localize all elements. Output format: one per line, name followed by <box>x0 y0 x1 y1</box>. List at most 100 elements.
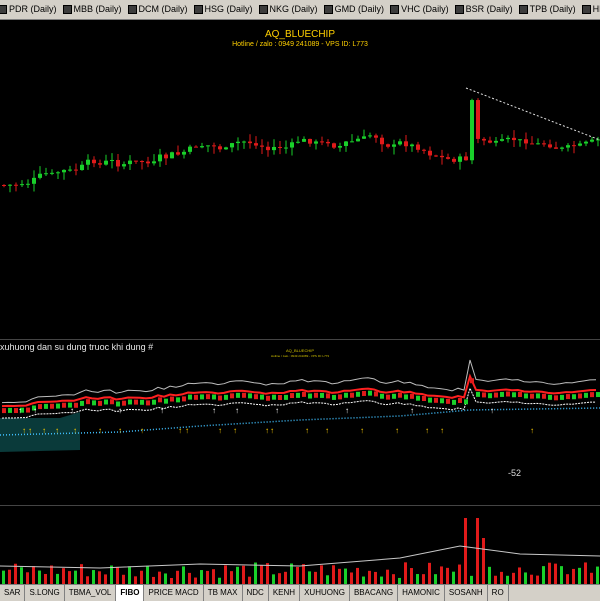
sheet-tab[interactable]: FIBO <box>116 585 145 601</box>
indicator-candle <box>104 399 108 405</box>
signal-arrow: ↑ <box>178 426 182 435</box>
indicator-candle <box>176 397 180 403</box>
candle-body <box>20 184 24 186</box>
sheet-tab[interactable]: TB MAX <box>204 585 243 601</box>
candle-body <box>548 144 552 148</box>
candle-body <box>98 163 102 165</box>
candle-body <box>350 141 354 143</box>
volume-bar <box>584 562 587 584</box>
volume-bar <box>446 567 449 584</box>
sheet-tab[interactable]: RO <box>488 585 509 601</box>
indicator-candle <box>260 394 264 400</box>
signal-arrow: ↑ <box>118 406 122 415</box>
signal-arrow: ↑ <box>265 426 269 435</box>
sheet-tab[interactable]: TBMA_VOL <box>65 585 117 601</box>
volume-bar <box>248 576 251 584</box>
sheet-tab[interactable]: BBACANG <box>350 585 399 601</box>
chart-title: AQ_BLUECHIP <box>264 29 336 40</box>
candle-body <box>122 164 126 167</box>
indicator-candle <box>464 399 468 405</box>
volume-bar <box>224 565 227 584</box>
chart-tab[interactable]: MBB (Daily) <box>62 0 122 19</box>
volume-bar <box>134 576 137 584</box>
volume-bar <box>554 563 557 584</box>
indicator-candle <box>536 393 540 399</box>
sheet-tab[interactable]: SOSANH <box>445 585 488 601</box>
indicator-candle <box>356 391 360 397</box>
signal-arrow: ↑ <box>160 406 164 415</box>
sheet-tab[interactable]: KENH <box>269 585 301 601</box>
sheet-tab[interactable]: PRICE MACD <box>144 585 204 601</box>
volume-bar <box>410 568 413 584</box>
indicator-candle <box>398 392 402 398</box>
candle-body <box>422 149 426 151</box>
indicator-lines: ↑↑ ↑↑↑ ↑↑↑ ↑↑↑ ↑↑↑ ↑↑↑ ↑↑↑ ↑↑↑ ↑↑↑ ↑↑↑ ↑↑↑ <box>0 359 600 452</box>
indicator-candle <box>38 404 42 410</box>
candle-body <box>380 137 384 145</box>
signal-arrow: ↑ <box>18 406 22 415</box>
candle-body <box>176 152 180 155</box>
candle-body <box>14 184 18 186</box>
chart-tab[interactable]: GMD (Daily) <box>323 0 385 19</box>
chart-tab[interactable]: HPG (Daily) <box>581 0 600 19</box>
chart-tab[interactable]: HSG (Daily) <box>193 0 253 19</box>
signal-arrow: ↑ <box>440 426 444 435</box>
signal-arrow: ↑ <box>28 426 32 435</box>
candle-body <box>524 139 528 144</box>
volume-bar <box>266 563 269 584</box>
indicator-candle <box>350 392 354 398</box>
volume-bar <box>74 570 77 584</box>
indicator-candle <box>152 399 156 405</box>
chart-tab[interactable]: BSR (Daily) <box>454 0 513 19</box>
sheet-tab[interactable]: S.LONG <box>25 585 65 601</box>
candle-body <box>440 155 444 158</box>
volume-pane[interactable] <box>0 505 600 584</box>
volume-bar <box>506 575 509 584</box>
chart-tab[interactable]: NKG (Daily) <box>258 0 318 19</box>
volume-bar <box>338 568 341 584</box>
candle-body <box>266 146 270 151</box>
sheet-tab[interactable]: XUHUONG <box>300 585 350 601</box>
chart-tab[interactable]: PDR (Daily) <box>0 0 57 19</box>
sheet-tab[interactable]: NDC <box>243 585 269 601</box>
volume-bar <box>464 518 467 584</box>
chart-tab[interactable]: DCM (Daily) <box>127 0 188 19</box>
signal-arrow: ↑ <box>410 406 414 415</box>
candle-body <box>236 141 240 144</box>
chart-tab[interactable]: VHC (Daily) <box>390 0 449 19</box>
indicator-candle <box>212 394 216 400</box>
price-chart-pane[interactable]: AQ_BLUECHIP Hotline / zalo : 0949 241089… <box>0 20 600 337</box>
signal-arrow: ↑ <box>233 426 237 435</box>
indicator-candle <box>374 391 378 397</box>
indicator-candle <box>434 397 438 403</box>
indicator-candle <box>584 392 588 398</box>
chart-tab-label: GMD (Daily) <box>334 4 385 14</box>
volume-bars <box>0 518 600 584</box>
candle-body <box>218 146 222 150</box>
volume-bar <box>386 569 389 584</box>
volume-bar <box>290 563 293 584</box>
candle-body <box>314 141 318 144</box>
sheet-tab[interactable]: SAR <box>0 585 26 601</box>
indicator-candle <box>236 392 240 398</box>
indicator-candle <box>416 395 420 401</box>
indicator-candle <box>410 393 414 399</box>
signal-arrow: ↑ <box>22 426 26 435</box>
chart-tab[interactable]: TPB (Daily) <box>518 0 576 19</box>
volume-bar <box>404 562 407 584</box>
sheet-tab-bar: SAR S.LONG TBMA_VOL FIBO PRICE MACD TB MAX NDC… <box>0 584 600 601</box>
candle-body <box>284 147 288 149</box>
indicator-candle <box>476 391 480 397</box>
sheet-tab[interactable]: HAMONIC <box>398 585 445 601</box>
volume-bar <box>302 564 305 584</box>
indicator-candle <box>386 394 390 400</box>
volume-bar <box>518 567 521 584</box>
volume-bar <box>254 562 257 584</box>
indicator-candle <box>566 394 570 400</box>
indicator-candle <box>74 402 78 408</box>
indicator-candle <box>164 398 168 404</box>
volume-bar <box>374 571 377 584</box>
candle-body <box>68 169 72 171</box>
indicator-pane[interactable]: xuhuong dan su dung truoc khi dung # AQ_… <box>0 339 600 504</box>
volume-bar <box>116 566 119 584</box>
